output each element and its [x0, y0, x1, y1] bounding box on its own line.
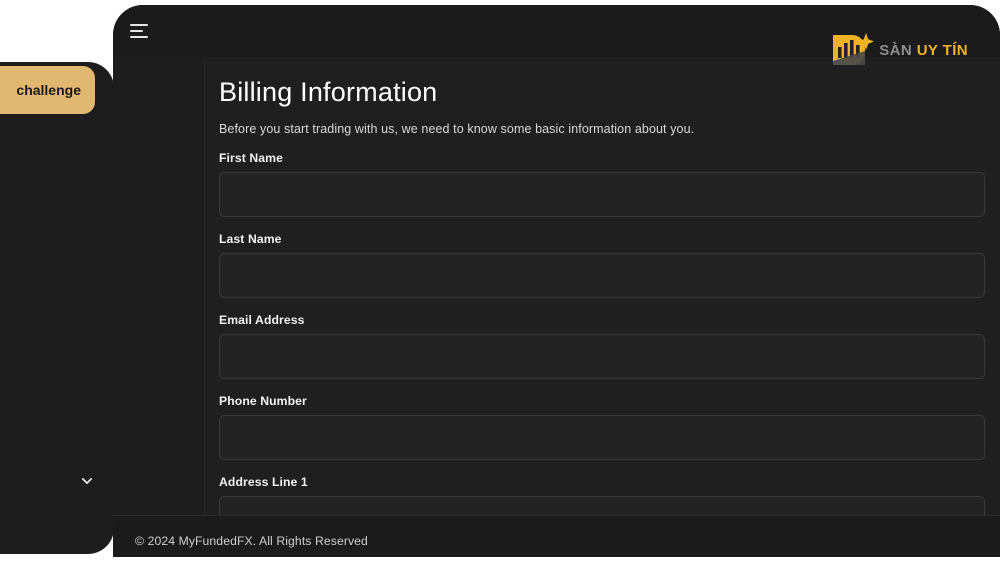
field-input-1[interactable] [219, 253, 985, 299]
field-input-0[interactable] [219, 172, 985, 218]
brand-logo: SÀN UY TÍN [830, 31, 968, 69]
new-challenge-button-label: challenge [16, 82, 81, 98]
hamburger-menu-icon[interactable] [130, 22, 150, 40]
footer-copyright: © 2024 MyFundedFX. All Rights Reserved [135, 534, 368, 548]
new-challenge-button[interactable]: challenge [0, 66, 95, 114]
field-label-0: First Name [219, 151, 283, 166]
page-title: Billing Information [219, 77, 438, 107]
secondary-nav-rail [113, 57, 205, 515]
form-field-group-2: Email Address [219, 313, 985, 380]
sidebar-nav-list: rdardionsesdsPortalhare [0, 62, 114, 554]
top-header-bar: SÀN UY TÍN [113, 5, 1000, 65]
bar-chart-star-logo-icon [830, 31, 875, 69]
brand-name-primary: SÀN [879, 41, 913, 59]
field-input-3[interactable] [219, 415, 985, 461]
field-label-2: Email Address [219, 313, 305, 328]
main-content: Billing Information Before you start tra… [205, 57, 1000, 515]
footer-bar: © 2024 MyFundedFX. All Rights Reserved [113, 515, 1000, 557]
form-field-group-3: Phone Number [219, 394, 985, 461]
field-input-2[interactable] [219, 334, 985, 380]
sidebar-expand-chevron-down-icon[interactable] [80, 474, 94, 488]
sidebar: rdardionsesdsPortalhare [0, 62, 114, 554]
form-field-group-4: Address Line 1 [219, 475, 985, 515]
app-shell: SÀN UY TÍN Billing Information Before yo… [113, 5, 1000, 557]
field-label-4: Address Line 1 [219, 475, 308, 490]
brand-name-accent: UY TÍN [916, 41, 968, 59]
billing-information-form: First Name Last Name Email Address Phone Nu… [219, 151, 985, 515]
page-subtitle: Before you start trading with us, we nee… [219, 122, 695, 137]
field-input-4[interactable] [219, 496, 985, 515]
form-field-group-0: First Name [219, 151, 985, 218]
form-field-group-1: Last Name [219, 232, 985, 299]
brand-name: SÀN UY TÍN [879, 42, 968, 59]
field-label-3: Phone Number [219, 394, 307, 409]
screen-root: nalysis rdardionsesdsPortalhare challeng… [0, 0, 1000, 562]
field-label-1: Last Name [219, 232, 282, 247]
